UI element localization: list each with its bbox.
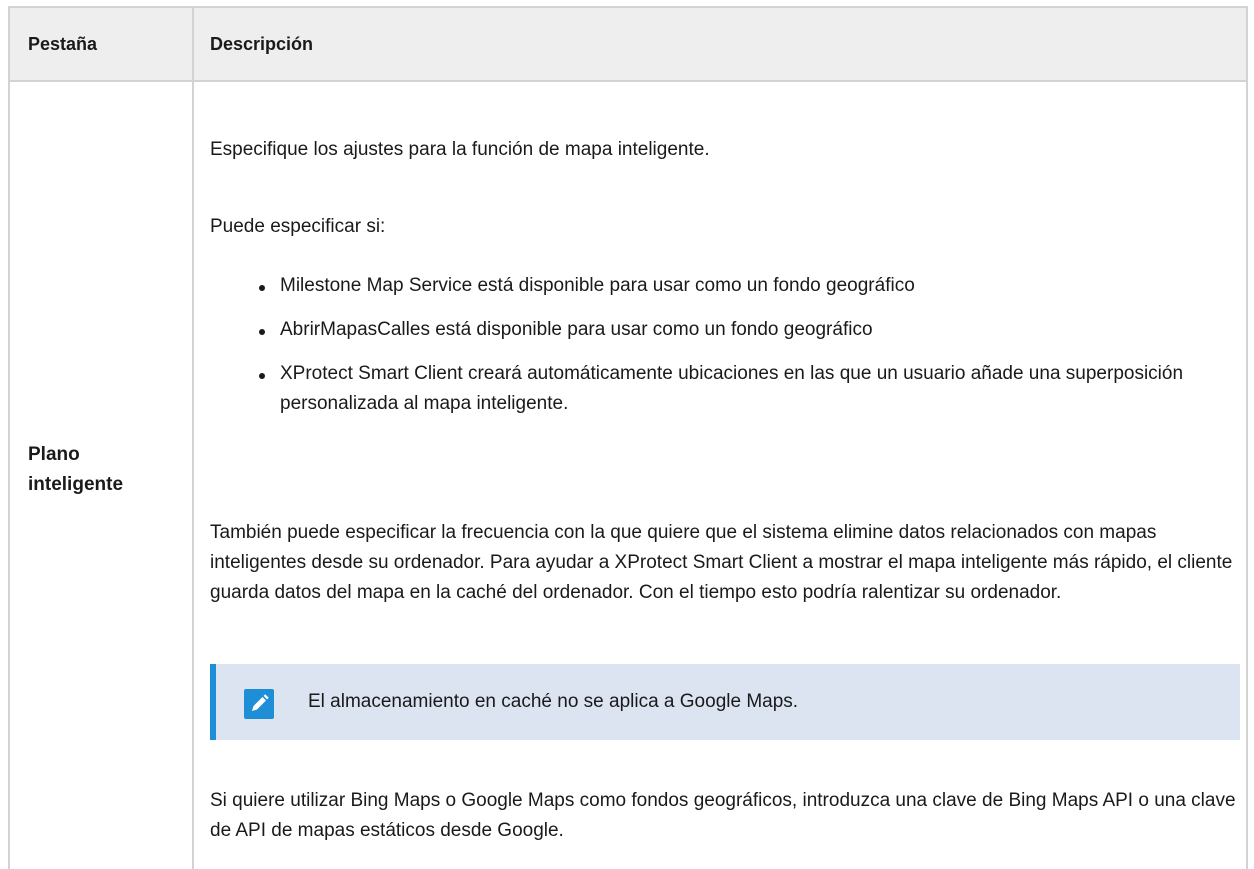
column-divider xyxy=(192,8,194,869)
note-text: El almacenamiento en caché no se aplica … xyxy=(308,691,799,712)
settings-table: Pestaña Descripción Plano inteligente Es… xyxy=(8,6,1248,869)
bullet-icon xyxy=(259,285,265,291)
options-list: Milestone Map Service está disponible pa… xyxy=(210,271,1240,433)
header-tab: Pestaña xyxy=(28,34,98,54)
tab-name-cell: Plano inteligente xyxy=(28,444,124,495)
api-key-paragraph: Si quiere utilizar Bing Maps o Google Ma… xyxy=(210,790,1236,841)
list-item: XProtect Smart Client creará automáticam… xyxy=(210,359,1240,419)
list-item: AbrirMapasCalles está disponible para us… xyxy=(210,315,1240,345)
pencil-icon xyxy=(244,689,274,719)
bullet-icon xyxy=(259,329,265,335)
list-item-text: Milestone Map Service está disponible pa… xyxy=(280,275,915,296)
list-item-text: XProtect Smart Client creará automáticam… xyxy=(280,363,1184,414)
table-header-row: Pestaña Descripción xyxy=(10,8,1246,82)
intro-paragraph: Especifique los ajustes para la función … xyxy=(210,139,710,160)
list-item-text: AbrirMapasCalles está disponible para us… xyxy=(280,319,873,340)
note-box: El almacenamiento en caché no se aplica … xyxy=(210,664,1240,740)
header-description: Descripción xyxy=(210,34,314,54)
frequency-paragraph: También puede especificar la frecuencia … xyxy=(210,522,1233,603)
lead-paragraph: Puede especificar si: xyxy=(210,216,386,237)
list-item: Milestone Map Service está disponible pa… xyxy=(210,271,1240,301)
bullet-icon xyxy=(259,373,265,379)
